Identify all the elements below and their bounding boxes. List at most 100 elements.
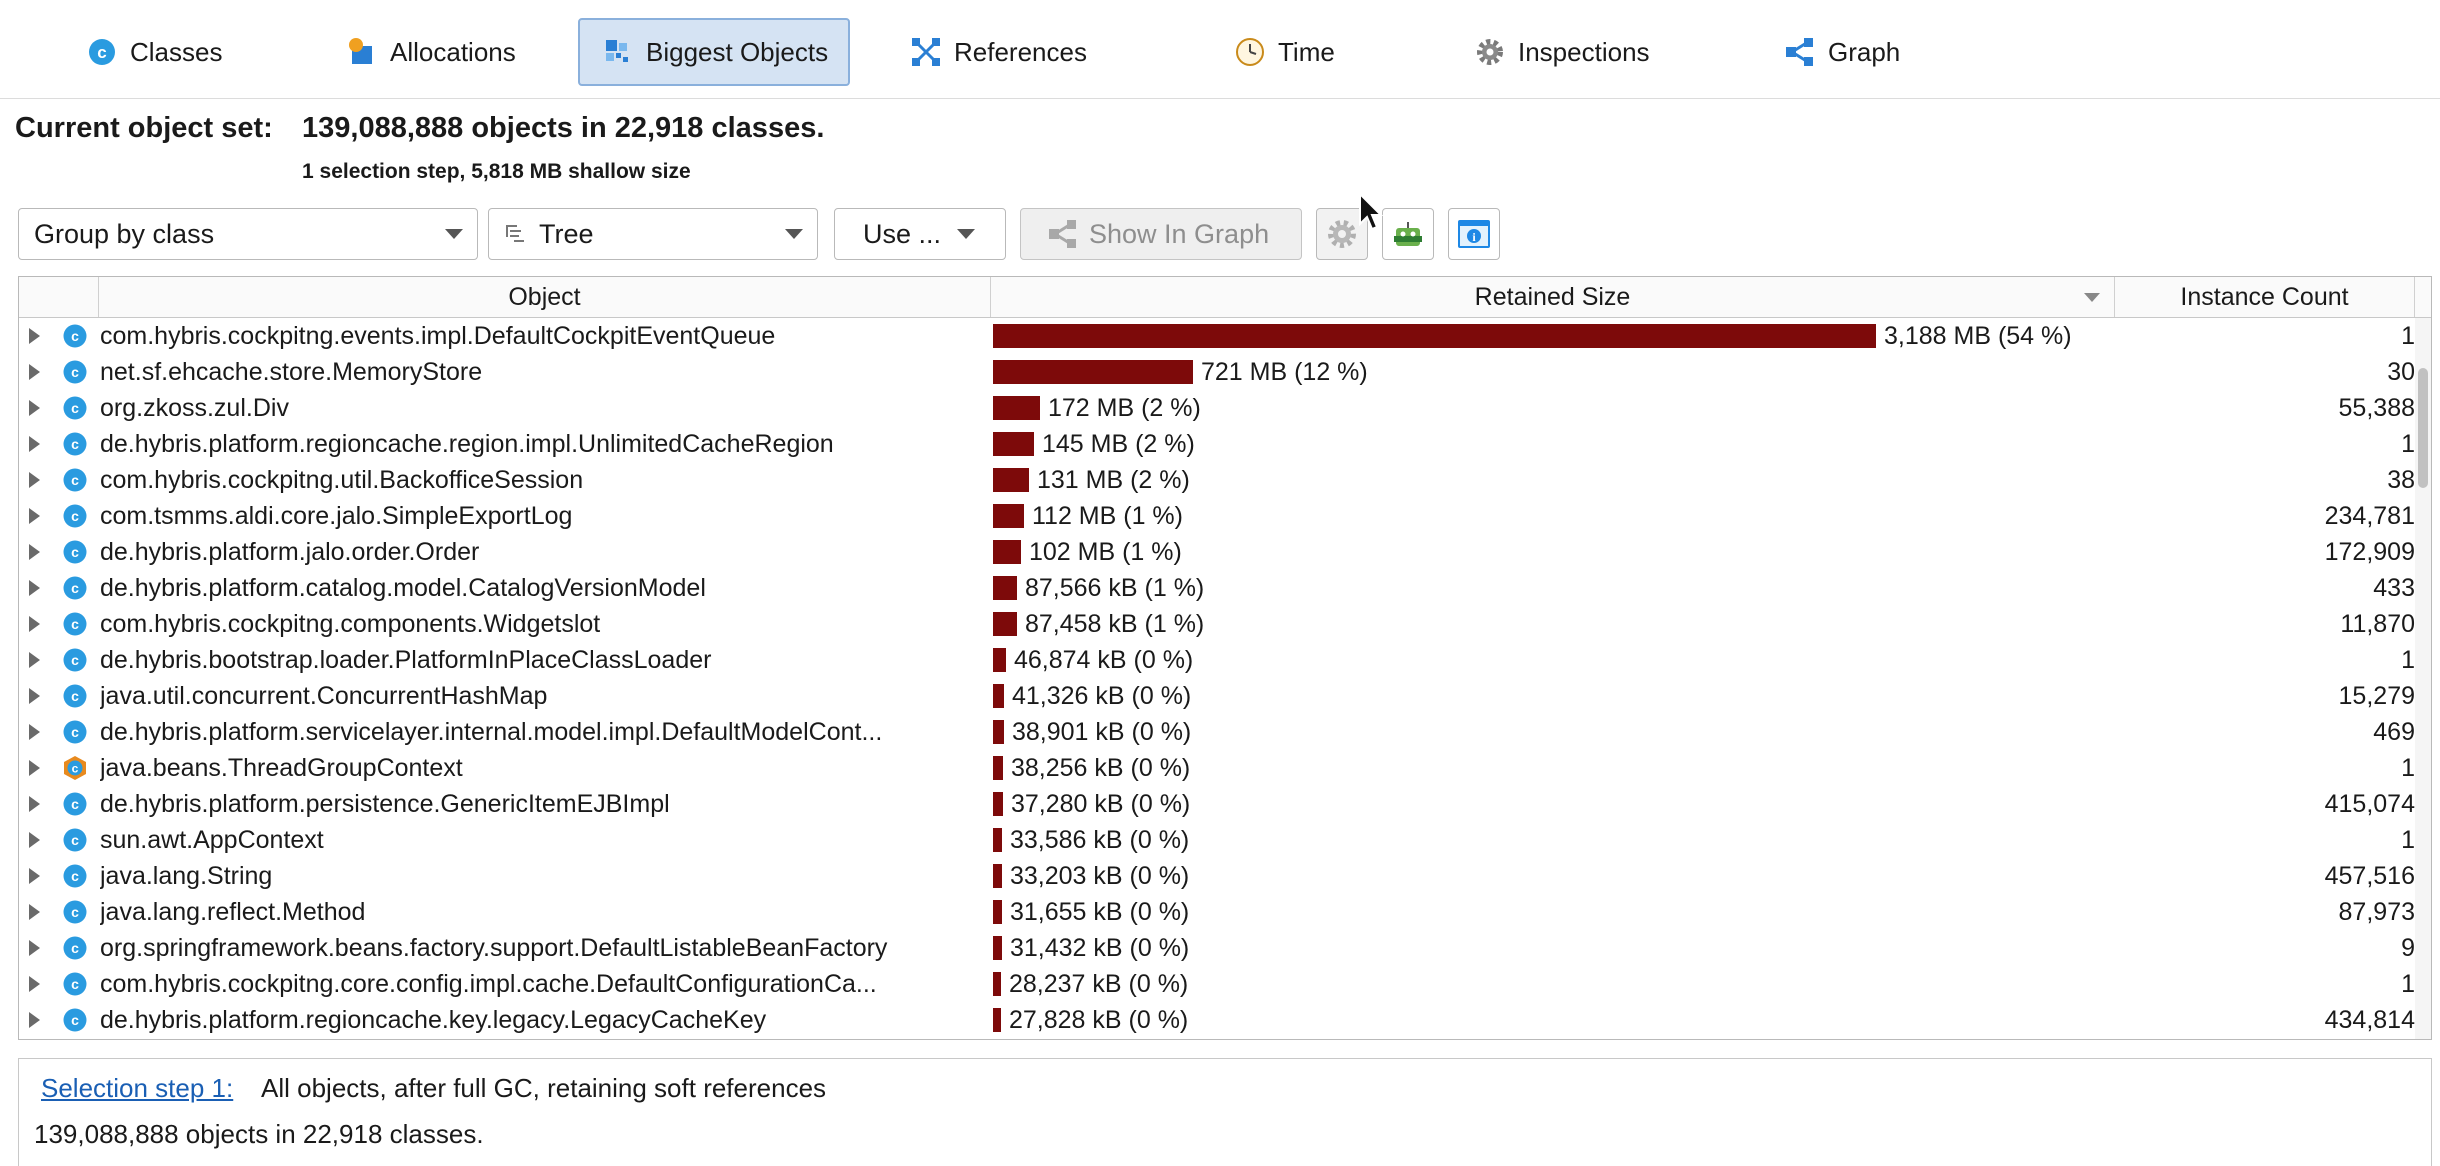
instance-count-value: 30 (2387, 358, 2415, 386)
tab-references-label: References (954, 36, 1087, 67)
expand-arrow-icon[interactable] (29, 400, 40, 416)
table-row[interactable]: c de.hybris.platform.servicelayer.interna… (19, 714, 2415, 750)
svg-text:c: c (71, 544, 79, 560)
class-name: java.lang.reflect.Method (100, 898, 366, 926)
expand-arrow-icon[interactable] (29, 760, 40, 776)
class-c-icon: c (62, 791, 88, 817)
table-row[interactable]: c org.zkoss.zul.Div 172 MB (2 %) 55,388 (19, 390, 2415, 426)
table-row[interactable]: c java.lang.String 33,203 kB (0 %) 457,516 (19, 858, 2415, 894)
column-object[interactable]: Object (99, 277, 991, 317)
retained-size-value: 38,256 kB (0 %) (1011, 754, 1191, 782)
retained-size-bar (993, 468, 1029, 492)
expand-arrow-icon[interactable] (29, 580, 40, 596)
tab-time[interactable]: Time (1210, 18, 1353, 86)
svg-text:c: c (71, 1012, 79, 1028)
tab-references[interactable]: References (886, 18, 1105, 86)
view-mode-select[interactable]: Tree (488, 208, 818, 260)
expand-arrow-icon[interactable] (29, 796, 40, 812)
retained-size-bar (993, 900, 1002, 924)
retained-size-bar (993, 648, 1006, 672)
class-name: de.hybris.bootstrap.loader.PlatformInPla… (100, 646, 712, 674)
column-retained-size[interactable]: Retained Size (991, 277, 2115, 317)
view-tab-bar: c Classes Allocations Biggest Objects Re… (0, 0, 2440, 99)
expand-arrow-icon[interactable] (29, 616, 40, 632)
table-row[interactable]: c org.springframework.beans.factory.suppo… (19, 930, 2415, 966)
table-row[interactable]: c net.sf.ehcache.store.MemoryStore 721 MB … (19, 354, 2415, 390)
retained-size-value: 38,901 kB (0 %) (1012, 718, 1192, 746)
retained-size-value: 31,432 kB (0 %) (1010, 934, 1190, 962)
scrollbar-thumb[interactable] (2418, 368, 2428, 488)
retained-size-value: 31,655 kB (0 %) (1010, 898, 1190, 926)
instance-count-value: 1 (2401, 430, 2415, 458)
group-by-select[interactable]: Group by class (18, 208, 478, 260)
retained-size-value: 33,203 kB (0 %) (1010, 862, 1190, 890)
info-button[interactable]: i (1448, 208, 1500, 260)
expand-arrow-icon[interactable] (29, 724, 40, 740)
retained-size-value: 145 MB (2 %) (1042, 430, 1195, 458)
expand-arrow-icon[interactable] (29, 868, 40, 884)
expand-arrow-icon[interactable] (29, 436, 40, 452)
table-row[interactable]: c sun.awt.AppContext 33,586 kB (0 %) 1 (19, 822, 2415, 858)
table-row[interactable]: c de.hybris.platform.regioncache.key.lega… (19, 1002, 2415, 1038)
selection-step-link[interactable]: Selection step 1: (41, 1073, 233, 1104)
class-c-icon: c (62, 575, 88, 601)
tab-classes[interactable]: c Classes (62, 18, 240, 86)
table-row[interactable]: c com.hybris.cockpitng.util.BackofficeSes… (19, 462, 2415, 498)
analysis-button[interactable] (1382, 208, 1434, 260)
table-row[interactable]: c de.hybris.platform.jalo.order.Order 102 … (19, 534, 2415, 570)
class-name: com.hybris.cockpitng.util.BackofficeSess… (100, 466, 584, 494)
expand-arrow-icon[interactable] (29, 688, 40, 704)
expand-arrow-icon[interactable] (29, 904, 40, 920)
table-row[interactable]: c de.hybris.platform.persistence.GenericI… (19, 786, 2415, 822)
column-instance-count[interactable]: Instance Count (2115, 277, 2415, 317)
tree-icon (503, 222, 527, 246)
tab-inspections[interactable]: Inspections (1450, 18, 1668, 86)
retained-size-bar (993, 756, 1003, 780)
vertical-scrollbar[interactable] (2415, 318, 2431, 1039)
sort-descending-icon (2084, 293, 2100, 302)
svg-text:c: c (71, 832, 79, 848)
clock-icon (1234, 36, 1266, 68)
retained-size-bar (993, 972, 1001, 996)
retained-size-value: 3,188 MB (54 %) (1884, 322, 2072, 350)
svg-text:c: c (72, 762, 79, 776)
expand-arrow-icon[interactable] (29, 1012, 40, 1028)
table-row[interactable]: c com.hybris.cockpitng.core.config.impl.c… (19, 966, 2415, 1002)
show-in-graph-button[interactable]: Show In Graph (1020, 208, 1302, 260)
class-c-icon: c (62, 827, 88, 853)
expand-arrow-icon[interactable] (29, 940, 40, 956)
expand-arrow-icon[interactable] (29, 472, 40, 488)
class-c-icon: c (62, 323, 88, 349)
expand-arrow-icon[interactable] (29, 364, 40, 380)
table-row[interactable]: c com.hybris.cockpitng.events.impl.Defaul… (19, 318, 2415, 354)
expand-arrow-icon[interactable] (29, 544, 40, 560)
mouse-cursor-icon (1359, 192, 1384, 231)
tab-allocations[interactable]: Allocations (322, 18, 534, 86)
use-dropdown[interactable]: Use ... (834, 208, 1006, 260)
expand-arrow-icon[interactable] (29, 508, 40, 524)
expand-arrow-icon[interactable] (29, 328, 40, 344)
table-row[interactable]: c de.hybris.bootstrap.loader.PlatformInPl… (19, 642, 2415, 678)
class-name: de.hybris.platform.jalo.order.Order (100, 538, 480, 566)
expand-arrow-icon[interactable] (29, 832, 40, 848)
table-row[interactable]: c java.beans.ThreadGroupContext 38,256 kB … (19, 750, 2415, 786)
svg-text:c: c (71, 436, 79, 452)
view-mode-value: Tree (539, 218, 594, 249)
class-c-orange-icon: c (62, 755, 88, 781)
tab-graph[interactable]: Graph (1760, 18, 1918, 86)
table-row[interactable]: c de.hybris.platform.regioncache.region.i… (19, 426, 2415, 462)
selection-step-description: All objects, after full GC, retaining so… (261, 1073, 827, 1103)
tab-allocations-label: Allocations (390, 36, 516, 67)
table-row[interactable]: c de.hybris.platform.catalog.model.Catalo… (19, 570, 2415, 606)
class-c-icon: c (62, 1007, 88, 1033)
class-c-icon: c (62, 467, 88, 493)
table-row[interactable]: c com.tsmms.aldi.core.jalo.SimpleExportLo… (19, 498, 2415, 534)
retained-size-value: 102 MB (1 %) (1029, 538, 1182, 566)
table-row[interactable]: c java.util.concurrent.ConcurrentHashMap 4… (19, 678, 2415, 714)
tab-biggest-objects[interactable]: Biggest Objects (578, 18, 850, 86)
class-name: de.hybris.platform.catalog.model.Catalog… (100, 574, 706, 602)
table-row[interactable]: c java.lang.reflect.Method 31,655 kB (0 %)… (19, 894, 2415, 930)
expand-arrow-icon[interactable] (29, 976, 40, 992)
table-row[interactable]: c com.hybris.cockpitng.components.Widgets… (19, 606, 2415, 642)
expand-arrow-icon[interactable] (29, 652, 40, 668)
